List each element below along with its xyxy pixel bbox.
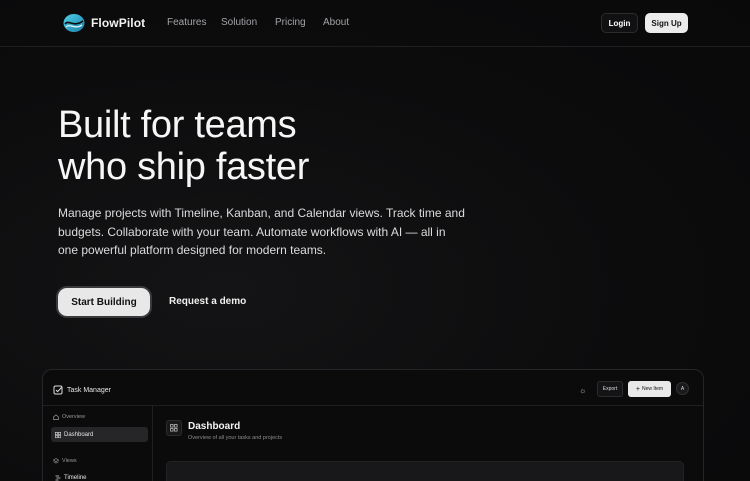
brand-logo[interactable]: FlowPilot [63, 13, 145, 33]
layers-icon [53, 458, 59, 464]
avatar[interactable]: A [676, 382, 689, 395]
preview-header: Task Manager ☼ Export + New Item A [43, 370, 703, 406]
dashboard-title: Dashboard [188, 421, 241, 432]
nav-link-pricing[interactable]: Pricing [275, 17, 323, 28]
request-demo-link[interactable]: Request a demo [169, 296, 246, 307]
export-button[interactable]: Export [597, 381, 623, 397]
sidebar-item-dashboard-label: Dashboard [64, 431, 94, 438]
preview-title-text: Task Manager [67, 386, 111, 394]
home-icon [53, 414, 59, 420]
preview-app-title: Task Manager [53, 385, 111, 395]
preview-sidebar: Overview Dashboard Views Timeline [43, 406, 153, 481]
hero-title: Built for teams who ship faster [58, 104, 309, 188]
sidebar-item-dashboard[interactable]: Dashboard [51, 427, 148, 442]
nav-link-about[interactable]: About [323, 17, 349, 28]
new-item-label: New Item [641, 386, 664, 392]
hero-title-line-1: Built for teams [58, 104, 297, 146]
new-item-button[interactable]: + New Item [628, 381, 671, 397]
nav-links: Features Solution Pricing About [167, 17, 349, 28]
sidebar-section-overview-label: Overview [62, 414, 85, 420]
app-preview-window: Task Manager ☼ Export + New Item A Overv… [42, 369, 704, 481]
preview-main: Dashboard Overview of all your tasks and… [153, 406, 703, 481]
dashboard-subtitle: Overview of all your tasks and projects [188, 435, 283, 441]
nav-link-features[interactable]: Features [167, 17, 221, 28]
signup-button[interactable]: Sign Up [645, 13, 688, 33]
dashboard-card [166, 461, 684, 481]
sidebar-item-timeline-label: Timeline [64, 474, 87, 481]
top-navbar: FlowPilot Features Solution Pricing Abou… [0, 0, 750, 47]
wave-logo-icon [63, 14, 85, 32]
start-building-button[interactable]: Start Building [58, 288, 150, 316]
checkbox-icon [53, 385, 63, 395]
nav-link-solution[interactable]: Solution [221, 17, 275, 28]
sidebar-section-views-label: Views [62, 458, 77, 464]
hero-title-line-2: who ship faster [58, 146, 310, 188]
dashboard-grid-icon [166, 420, 182, 436]
brand-name: FlowPilot [91, 16, 146, 30]
timeline-icon [55, 475, 61, 480]
plus-icon: + [635, 385, 640, 393]
grid-icon [55, 431, 61, 438]
sun-icon[interactable]: ☼ [579, 386, 586, 395]
login-button[interactable]: Login [601, 13, 638, 33]
hero-description: Manage projects with Timeline, Kanban, a… [58, 206, 465, 257]
sidebar-item-timeline[interactable]: Timeline [51, 470, 148, 481]
sidebar-section-overview: Overview [53, 414, 85, 420]
sidebar-section-views: Views [53, 458, 77, 464]
